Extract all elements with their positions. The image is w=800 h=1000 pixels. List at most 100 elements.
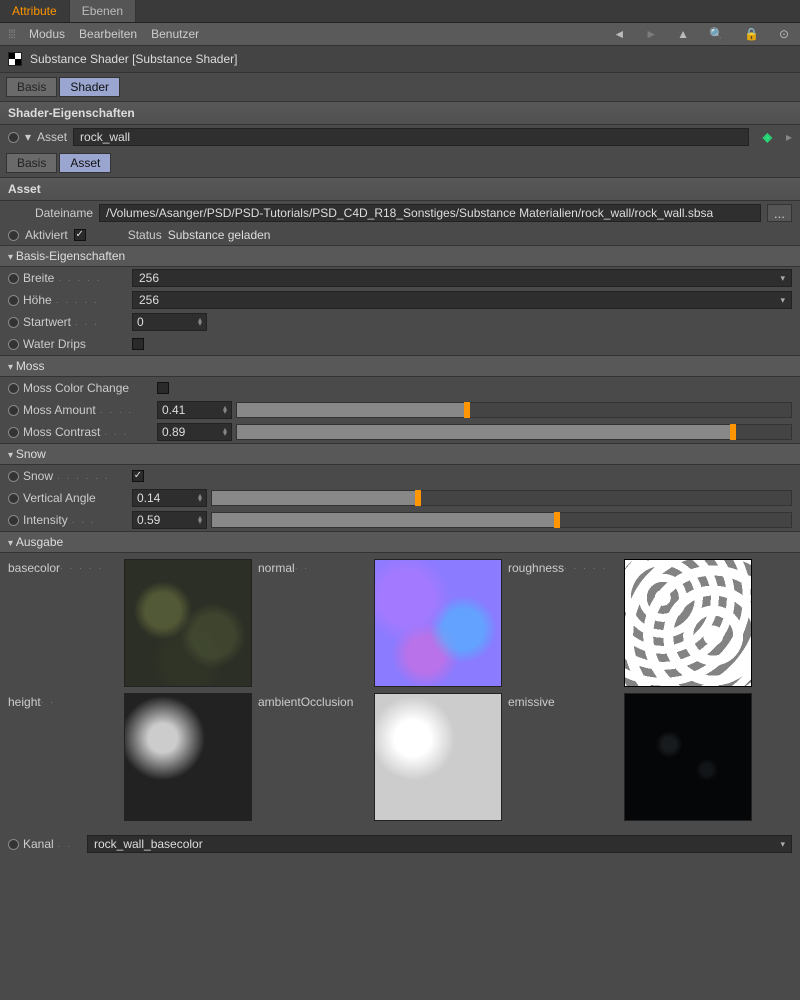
output-normal: normal . . — [258, 559, 508, 687]
nav-fwd-icon[interactable]: ► — [642, 27, 660, 41]
nav-up-icon[interactable]: ▲ — [674, 27, 692, 41]
mossamount-input[interactable]: 0.41▴▾ — [157, 401, 232, 419]
search-icon[interactable]: 🔍 — [706, 27, 727, 41]
startwert-label: Startwert — [23, 315, 71, 329]
tab-ebenen[interactable]: Ebenen — [70, 0, 136, 22]
radio-icon[interactable] — [8, 427, 19, 438]
startwert-input[interactable]: 0▴▾ — [132, 313, 207, 331]
breite-dropdown[interactable]: 256▾ — [132, 269, 792, 287]
output-emissive: emissive — [508, 693, 758, 821]
param-breite: Breite. . . . . 256▾ — [0, 267, 800, 289]
waterdrips-checkbox[interactable] — [132, 338, 144, 350]
group-basis[interactable]: Basis-Eigenschaften — [0, 245, 800, 267]
hoehe-dropdown[interactable]: 256▾ — [132, 291, 792, 309]
lock-icon[interactable]: 🔒 — [741, 27, 762, 41]
subtab-shader[interactable]: Shader — [59, 77, 120, 97]
param-startwert: Startwert. . . 0▴▾ — [0, 311, 800, 333]
basecolor-thumbnail[interactable] — [124, 559, 252, 687]
group-snow[interactable]: Snow — [0, 443, 800, 465]
waterdrips-label: Water Drips — [23, 337, 86, 351]
radio-icon[interactable] — [8, 383, 19, 394]
radio-icon[interactable] — [8, 515, 19, 526]
param-moss-contrast: Moss Contrast. . . 0.89▴▾ — [0, 421, 800, 443]
radio-icon[interactable] — [8, 839, 19, 850]
nav-back-icon[interactable]: ◄ — [610, 27, 628, 41]
section-shader-props: Shader-Eigenschaften — [0, 101, 800, 125]
mosscontrast-slider[interactable] — [236, 424, 792, 440]
asset-row: ▾ Asset ◈ ▸ — [0, 125, 800, 149]
intensity-label: Intensity — [23, 513, 68, 527]
ao-thumbnail[interactable] — [374, 693, 502, 821]
height-label: height — [8, 695, 41, 709]
basecolor-label: basecolor — [8, 561, 60, 575]
object-title-row: Substance Shader [Substance Shader] — [0, 46, 800, 73]
mosscontrast-input[interactable]: 0.89▴▾ — [157, 423, 232, 441]
ao-label: ambientOcclusion — [258, 695, 353, 709]
output-ao: ambientOcclusion — [258, 693, 508, 821]
normal-thumbnail[interactable] — [374, 559, 502, 687]
roughness-thumbnail[interactable] — [624, 559, 752, 687]
menu-benutzer[interactable]: Benutzer — [151, 27, 199, 41]
asset-subtabs: Basis Asset — [0, 149, 800, 177]
vangle-label: Vertical Angle — [23, 491, 96, 505]
settings-icon[interactable]: ⊙ — [776, 27, 792, 41]
param-waterdrips: Water Drips — [0, 333, 800, 355]
snow-checkbox[interactable] — [132, 470, 144, 482]
kanal-label: Kanal — [23, 837, 54, 851]
emissive-label: emissive — [508, 695, 555, 709]
roughness-label: roughness — [508, 561, 564, 575]
emissive-thumbnail[interactable] — [624, 693, 752, 821]
radio-icon[interactable] — [8, 471, 19, 482]
intensity-slider[interactable] — [211, 512, 792, 528]
object-title: Substance Shader [Substance Shader] — [30, 52, 237, 66]
vangle-slider[interactable] — [211, 490, 792, 506]
param-moss-amount: Moss Amount. . . . 0.41▴▾ — [0, 399, 800, 421]
chevron-right-icon[interactable]: ▸ — [786, 130, 792, 144]
param-moss-colorchange: Moss Color Change — [0, 377, 800, 399]
asset-label: Asset — [37, 130, 67, 144]
filename-label: Dateiname — [8, 206, 93, 220]
asset-subtab-basis[interactable]: Basis — [6, 153, 57, 173]
param-kanal: Kanal. . rock_wall_basecolor▾ — [0, 833, 800, 855]
radio-icon[interactable] — [8, 405, 19, 416]
snow-label: Snow — [23, 469, 53, 483]
subtab-basis[interactable]: Basis — [6, 77, 57, 97]
mossamount-label: Moss Amount — [23, 403, 96, 417]
mosscontrast-label: Moss Contrast — [23, 425, 100, 439]
menu-bearbeiten[interactable]: Bearbeiten — [79, 27, 137, 41]
radio-icon[interactable] — [8, 295, 19, 306]
radio-icon[interactable] — [8, 273, 19, 284]
output-basecolor: basecolor . . . . . — [8, 559, 258, 687]
status-value: Substance geladen — [168, 228, 271, 242]
group-ausgabe[interactable]: Ausgabe — [0, 531, 800, 553]
kanal-dropdown[interactable]: rock_wall_basecolor▾ — [87, 835, 792, 853]
substance-icon[interactable]: ◈ — [755, 130, 780, 144]
mossamount-slider[interactable] — [236, 402, 792, 418]
radio-icon[interactable] — [8, 132, 19, 143]
radio-icon[interactable] — [8, 317, 19, 328]
vangle-input[interactable]: 0.14▴▾ — [132, 489, 207, 507]
activated-label: Aktiviert — [25, 228, 68, 242]
breite-label: Breite — [23, 271, 54, 285]
radio-icon[interactable] — [8, 493, 19, 504]
status-label: Status — [128, 228, 162, 242]
mosscolorchange-checkbox[interactable] — [157, 382, 169, 394]
output-height: height . . — [8, 693, 258, 821]
group-moss[interactable]: Moss — [0, 355, 800, 377]
height-thumbnail[interactable] — [124, 693, 252, 821]
hoehe-label: Höhe — [23, 293, 52, 307]
intensity-input[interactable]: 0.59▴▾ — [132, 511, 207, 529]
radio-icon[interactable] — [8, 339, 19, 350]
grip-icon: ⁞⁞⁞ — [8, 27, 15, 41]
activated-row: Aktiviert Status Substance geladen — [0, 225, 800, 245]
asset-name-input[interactable] — [73, 128, 749, 146]
activated-checkbox[interactable] — [74, 229, 86, 241]
filename-input[interactable] — [99, 204, 761, 222]
browse-button[interactable]: ... — [767, 204, 792, 222]
asset-subtab-asset[interactable]: Asset — [59, 153, 111, 173]
mosscolorchange-label: Moss Color Change — [23, 381, 153, 395]
param-snow-vangle: Vertical Angle 0.14▴▾ — [0, 487, 800, 509]
radio-icon[interactable] — [8, 230, 19, 241]
menu-modus[interactable]: Modus — [29, 27, 65, 41]
tab-attribute[interactable]: Attribute — [0, 0, 70, 22]
